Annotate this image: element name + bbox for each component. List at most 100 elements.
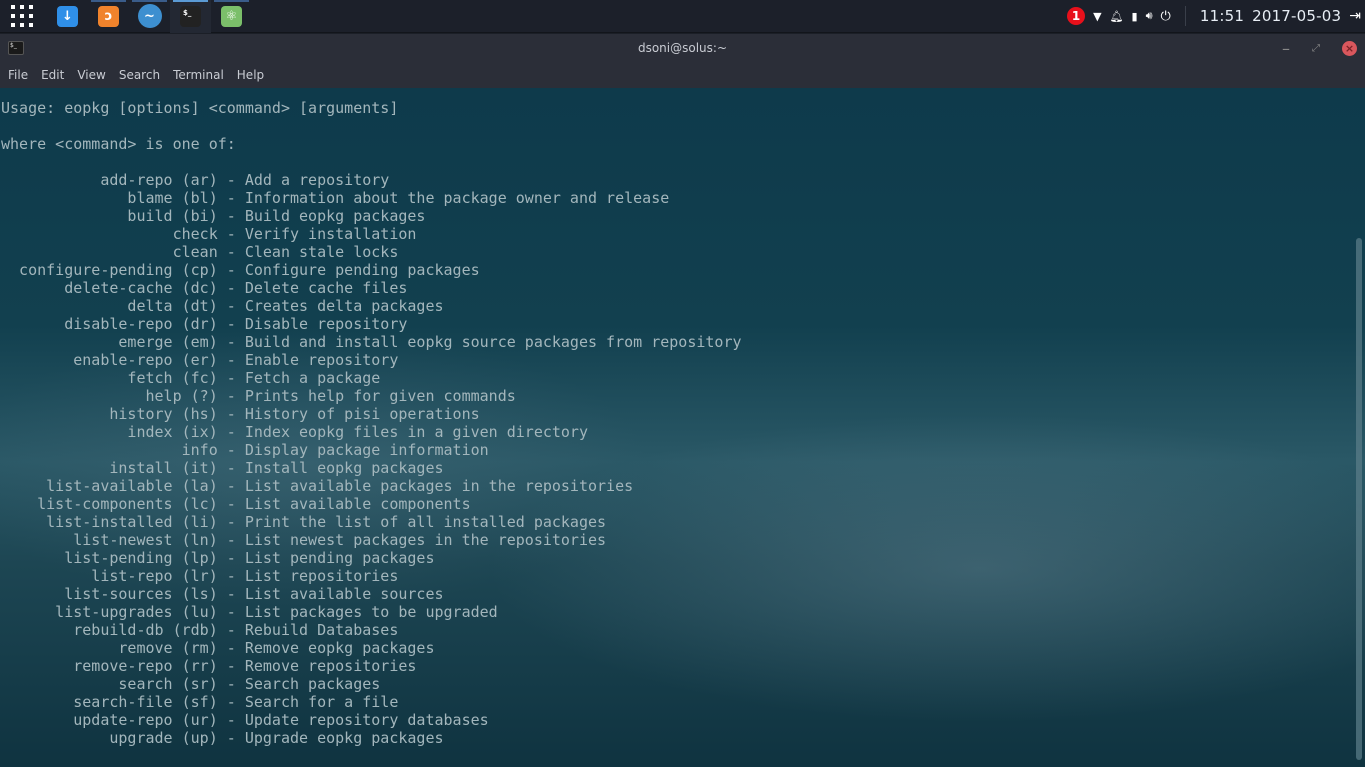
terminal-output: Usage: eopkg [options] <command> [argume… xyxy=(1,99,742,747)
command-description: List repositories xyxy=(244,567,399,585)
command-row: list-newest (ln) - List newest packages … xyxy=(1,531,742,549)
command-row: fetch (fc) - Fetch a package xyxy=(1,369,742,387)
task-atom[interactable]: ⚛ xyxy=(211,0,252,33)
command-row: clean - Clean stale locks xyxy=(1,243,742,261)
transmission-icon: ~ xyxy=(137,4,162,28)
command-description: Install eopkg packages xyxy=(244,459,444,477)
command-name: upgrade (up) xyxy=(109,729,218,747)
command-name: build (bi) xyxy=(127,207,218,225)
task-terminal[interactable]: $_ xyxy=(170,0,211,33)
download-icon: ↓ xyxy=(57,5,78,27)
command-description: Creates delta packages xyxy=(244,297,444,315)
command-name: install (it) xyxy=(109,459,218,477)
command-name: clean xyxy=(172,243,218,261)
logout-icon[interactable]: ⇥ xyxy=(1349,8,1361,24)
command-description: Clean stale locks xyxy=(244,243,399,261)
command-name: search (sr) xyxy=(118,675,218,693)
command-name: list-newest (ln) xyxy=(73,531,218,549)
where-line: where <command> is one of: xyxy=(1,135,236,153)
command-description: Verify installation xyxy=(244,225,417,243)
command-description: Build eopkg packages xyxy=(244,207,426,225)
command-name: configure-pending (cp) xyxy=(19,261,218,279)
notification-badge[interactable]: 1 xyxy=(1067,7,1086,25)
command-description: History of pisi operations xyxy=(244,405,480,423)
command-name: enable-repo (er) xyxy=(73,351,218,369)
command-name: search-file (sf) xyxy=(73,693,218,711)
task-transmission[interactable]: ~ xyxy=(129,0,170,33)
command-name: list-upgrades (lu) xyxy=(55,603,218,621)
command-row: delete-cache (dc) - Delete cache files xyxy=(1,279,742,297)
command-name: add-repo (ar) xyxy=(100,171,218,189)
clock-time[interactable]: 11:51 xyxy=(1200,7,1244,25)
minimize-button[interactable]: – xyxy=(1282,39,1290,58)
menu-edit[interactable]: Edit xyxy=(41,68,64,82)
command-name: list-available (la) xyxy=(46,477,218,495)
command-name: fetch (fc) xyxy=(127,369,218,387)
command-row: delta (dt) - Creates delta packages xyxy=(1,297,742,315)
command-name: list-pending (lp) xyxy=(64,549,218,567)
command-description: Enable repository xyxy=(244,351,399,369)
terminal-area[interactable]: Usage: eopkg [options] <command> [argume… xyxy=(0,88,1365,767)
command-name: remove-repo (rr) xyxy=(73,657,218,675)
volume-icon[interactable]: 🔊︎ xyxy=(1146,9,1153,23)
command-name: blame (bl) xyxy=(127,189,218,207)
command-row: build (bi) - Build eopkg packages xyxy=(1,207,742,225)
command-description: List packages to be upgraded xyxy=(244,603,498,621)
close-button[interactable]: × xyxy=(1342,40,1357,56)
command-row: check - Verify installation xyxy=(1,225,742,243)
command-row: list-pending (lp) - List pending package… xyxy=(1,549,742,567)
command-description: Prints help for given commands xyxy=(244,387,516,405)
battery-icon[interactable]: ▮ xyxy=(1132,10,1138,23)
atom-icon: ⚛ xyxy=(221,5,242,27)
terminal-icon: $_ xyxy=(180,5,201,27)
window-titlebar[interactable]: $_ dsoni@solus:~ – ⤢ × xyxy=(0,34,1365,62)
command-description: List newest packages in the repositories xyxy=(244,531,607,549)
command-row: rebuild-db (rdb) - Rebuild Databases xyxy=(1,621,742,639)
command-description: Fetch a package xyxy=(244,369,381,387)
command-name: info xyxy=(181,441,218,459)
command-row: info - Display package information xyxy=(1,441,742,459)
clock-date[interactable]: 2017-05-03 xyxy=(1252,7,1341,25)
command-description: Remove eopkg packages xyxy=(244,639,435,657)
menu-view[interactable]: View xyxy=(77,68,105,82)
command-description: Information about the package owner and … xyxy=(244,189,670,207)
command-description: List available sources xyxy=(244,585,444,603)
menu-bar: File Edit View Search Terminal Help xyxy=(0,62,1365,88)
command-row: history (hs) - History of pisi operation… xyxy=(1,405,742,423)
maximize-button[interactable]: ⤢ xyxy=(1312,43,1320,54)
command-row: index (ix) - Index eopkg files in a give… xyxy=(1,423,742,441)
command-name: list-sources (ls) xyxy=(64,585,218,603)
menu-file[interactable]: File xyxy=(8,68,28,82)
command-name: list-components (lc) xyxy=(37,495,218,513)
wifi-icon[interactable]: ▼ xyxy=(1093,10,1101,23)
menu-help[interactable]: Help xyxy=(237,68,264,82)
command-name: index (ix) xyxy=(127,423,218,441)
command-row: emerge (em) - Build and install eopkg so… xyxy=(1,333,741,351)
command-row: help (?) - Prints help for given command… xyxy=(1,387,742,405)
command-row: list-installed (li) - Print the list of … xyxy=(1,513,742,531)
app-menu-icon[interactable] xyxy=(11,5,33,27)
bell-icon[interactable]: 🔔︎ xyxy=(1110,10,1124,23)
command-row: upgrade (up) - Upgrade eopkg packages xyxy=(1,729,742,747)
command-name: history (hs) xyxy=(109,405,218,423)
usage-line: Usage: eopkg [options] <command> [argume… xyxy=(1,99,399,117)
command-row: enable-repo (er) - Enable repository xyxy=(1,351,742,369)
command-description: Search for a file xyxy=(244,693,399,711)
command-row: install (it) - Install eopkg packages xyxy=(1,459,742,477)
task-downloader[interactable]: ↓ xyxy=(47,0,88,33)
command-description: Search packages xyxy=(244,675,381,693)
command-name: remove (rm) xyxy=(118,639,218,657)
power-icon[interactable]: ⏻ xyxy=(1161,9,1171,24)
command-row: blame (bl) - Information about the packa… xyxy=(1,189,742,207)
command-name: list-installed (li) xyxy=(46,513,218,531)
command-row: list-upgrades (lu) - List packages to be… xyxy=(1,603,742,621)
task-firefox[interactable]: ↄ xyxy=(88,0,129,33)
top-panel: ↓ ↄ ~ $_ ⚛ 1 ▼ 🔔︎ ▮ 🔊︎ ⏻ 11:51 2017-05-0… xyxy=(0,0,1365,33)
scrollbar[interactable] xyxy=(1356,238,1362,760)
command-description: Display package information xyxy=(244,441,489,459)
command-name: disable-repo (dr) xyxy=(64,315,218,333)
command-row: search (sr) - Search packages xyxy=(1,675,742,693)
menu-search[interactable]: Search xyxy=(119,68,160,82)
menu-terminal[interactable]: Terminal xyxy=(173,68,224,82)
